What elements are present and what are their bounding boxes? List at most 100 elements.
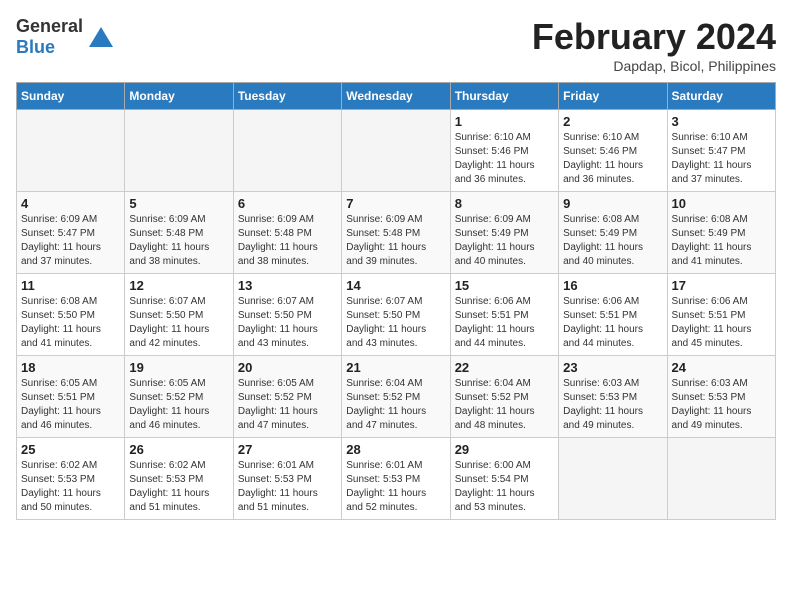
- sunrise-text: Sunrise: 6:09 AM: [238, 214, 314, 225]
- day-number: 3: [672, 114, 771, 129]
- title-area: February 2024 Dapdap, Bicol, Philippines: [532, 16, 776, 74]
- sunrise-text: Sunrise: 6:06 AM: [563, 296, 639, 307]
- daylight-hours: Daylight: 11 hours: [672, 242, 752, 253]
- sunset-text: Sunset: 5:53 PM: [238, 474, 312, 485]
- sunset-text: and 38 minutes.: [129, 256, 200, 267]
- day-info: Sunrise: 6:02 AMSunset: 5:53 PMDaylight:…: [129, 459, 228, 515]
- day-number: 20: [238, 360, 337, 375]
- calendar-cell: 22Sunrise: 6:04 AMSunset: 5:52 PMDayligh…: [450, 356, 558, 438]
- logo-blue: Blue: [16, 37, 55, 57]
- day-info: Sunrise: 6:06 AMSunset: 5:51 PMDaylight:…: [563, 295, 662, 351]
- weekday-header-friday: Friday: [559, 83, 667, 110]
- sunrise-text: Sunrise: 6:09 AM: [21, 214, 97, 225]
- day-info: Sunrise: 6:03 AMSunset: 5:53 PMDaylight:…: [672, 377, 771, 433]
- sunset-text: and 45 minutes.: [672, 338, 743, 349]
- sunset-text: Sunset: 5:51 PM: [672, 310, 746, 321]
- sunrise-text: Sunrise: 6:00 AM: [455, 460, 531, 471]
- day-number: 12: [129, 278, 228, 293]
- sunset-text: Sunset: 5:52 PM: [129, 392, 203, 403]
- sunset-text: and 43 minutes.: [346, 338, 417, 349]
- calendar-cell: [125, 110, 233, 192]
- calendar-cell: 11Sunrise: 6:08 AMSunset: 5:50 PMDayligh…: [17, 274, 125, 356]
- calendar-week-row: 4Sunrise: 6:09 AMSunset: 5:47 PMDaylight…: [17, 192, 776, 274]
- day-number: 8: [455, 196, 554, 211]
- weekday-header-row: SundayMondayTuesdayWednesdayThursdayFrid…: [17, 83, 776, 110]
- day-number: 1: [455, 114, 554, 129]
- day-number: 5: [129, 196, 228, 211]
- daylight-hours: Daylight: 11 hours: [21, 242, 101, 253]
- daylight-hours: Daylight: 11 hours: [21, 324, 101, 335]
- sunset-text: Sunset: 5:50 PM: [21, 310, 95, 321]
- calendar-cell: [667, 438, 775, 520]
- calendar-cell: 25Sunrise: 6:02 AMSunset: 5:53 PMDayligh…: [17, 438, 125, 520]
- sunrise-text: Sunrise: 6:08 AM: [21, 296, 97, 307]
- sunset-text: and 51 minutes.: [129, 502, 200, 513]
- weekday-header-wednesday: Wednesday: [342, 83, 450, 110]
- sunset-text: and 47 minutes.: [238, 420, 309, 431]
- daylight-hours: Daylight: 11 hours: [129, 488, 209, 499]
- daylight-hours: Daylight: 11 hours: [672, 324, 752, 335]
- day-number: 24: [672, 360, 771, 375]
- day-number: 10: [672, 196, 771, 211]
- sunset-text: Sunset: 5:49 PM: [672, 228, 746, 239]
- calendar-cell: 27Sunrise: 6:01 AMSunset: 5:53 PMDayligh…: [233, 438, 341, 520]
- calendar-cell: [342, 110, 450, 192]
- calendar-cell: 10Sunrise: 6:08 AMSunset: 5:49 PMDayligh…: [667, 192, 775, 274]
- day-info: Sunrise: 6:04 AMSunset: 5:52 PMDaylight:…: [346, 377, 445, 433]
- calendar-cell: 28Sunrise: 6:01 AMSunset: 5:53 PMDayligh…: [342, 438, 450, 520]
- weekday-header-saturday: Saturday: [667, 83, 775, 110]
- sunset-text: and 37 minutes.: [672, 174, 743, 185]
- day-number: 2: [563, 114, 662, 129]
- day-info: Sunrise: 6:05 AMSunset: 5:52 PMDaylight:…: [238, 377, 337, 433]
- sunset-text: and 40 minutes.: [455, 256, 526, 267]
- sunrise-text: Sunrise: 6:01 AM: [238, 460, 314, 471]
- day-number: 17: [672, 278, 771, 293]
- daylight-hours: Daylight: 11 hours: [21, 406, 101, 417]
- day-info: Sunrise: 6:04 AMSunset: 5:52 PMDaylight:…: [455, 377, 554, 433]
- sunset-text: Sunset: 5:48 PM: [238, 228, 312, 239]
- sunset-text: and 40 minutes.: [563, 256, 634, 267]
- calendar-cell: 20 Sunrise: 6:05 AMSunset: 5:52 PMDayligh…: [233, 356, 341, 438]
- sunset-text: and 46 minutes.: [21, 420, 92, 431]
- daylight-hours: Daylight: 11 hours: [346, 324, 426, 335]
- sunset-text: Sunset: 5:53 PM: [21, 474, 95, 485]
- sunset-text: Sunset: 5:49 PM: [455, 228, 529, 239]
- day-info: Sunrise: 6:10 AMSunset: 5:46 PMDaylight:…: [563, 131, 662, 187]
- sunset-text: Sunset: 5:48 PM: [129, 228, 203, 239]
- daylight-hours: Daylight: 11 hours: [129, 242, 209, 253]
- sunset-text: and 41 minutes.: [672, 256, 743, 267]
- calendar-cell: 26Sunrise: 6:02 AMSunset: 5:53 PMDayligh…: [125, 438, 233, 520]
- sunset-text: and 36 minutes.: [455, 174, 526, 185]
- sunset-text: and 53 minutes.: [455, 502, 526, 513]
- sunset-text: Sunset: 5:48 PM: [346, 228, 420, 239]
- logo-icon: [89, 27, 113, 47]
- day-number: 13: [238, 278, 337, 293]
- logo-text: General Blue: [16, 16, 83, 58]
- daylight-hours: Daylight: 11 hours: [672, 406, 752, 417]
- location-title: Dapdap, Bicol, Philippines: [532, 58, 776, 74]
- calendar-cell: 2 Sunrise: 6:10 AMSunset: 5:46 PMDaylight…: [559, 110, 667, 192]
- calendar-cell: 17Sunrise: 6:06 AMSunset: 5:51 PMDayligh…: [667, 274, 775, 356]
- sunset-text: Sunset: 5:52 PM: [346, 392, 420, 403]
- sunset-text: Sunset: 5:46 PM: [563, 146, 637, 157]
- daylight-hours: Daylight: 11 hours: [238, 488, 318, 499]
- weekday-header-thursday: Thursday: [450, 83, 558, 110]
- day-info: Sunrise: 6:09 AMSunset: 5:47 PMDaylight:…: [21, 213, 120, 269]
- sunset-text: and 46 minutes.: [129, 420, 200, 431]
- day-number: 14: [346, 278, 445, 293]
- sunrise-text: Sunrise: 6:05 AM: [129, 378, 205, 389]
- day-number: 21: [346, 360, 445, 375]
- sunset-text: Sunset: 5:53 PM: [129, 474, 203, 485]
- sunrise-text: Sunrise: 6:09 AM: [129, 214, 205, 225]
- sunrise-text: Sunrise: 6:04 AM: [455, 378, 531, 389]
- daylight-hours: Daylight: 11 hours: [563, 242, 643, 253]
- page-header: General Blue February 2024 Dapdap, Bicol…: [16, 16, 776, 74]
- calendar-cell: 3Sunrise: 6:10 AMSunset: 5:47 PMDaylight…: [667, 110, 775, 192]
- sunrise-text: Sunrise: 6:04 AM: [346, 378, 422, 389]
- sunrise-text: Sunrise: 6:05 AM: [21, 378, 97, 389]
- calendar-cell: [17, 110, 125, 192]
- calendar-cell: 18Sunrise: 6:05 AMSunset: 5:51 PMDayligh…: [17, 356, 125, 438]
- day-info: Sunrise: 6:05 AMSunset: 5:52 PMDaylight:…: [129, 377, 228, 433]
- calendar-cell: 16Sunrise: 6:06 AMSunset: 5:51 PMDayligh…: [559, 274, 667, 356]
- calendar-cell: 29Sunrise: 6:00 AMSunset: 5:54 PMDayligh…: [450, 438, 558, 520]
